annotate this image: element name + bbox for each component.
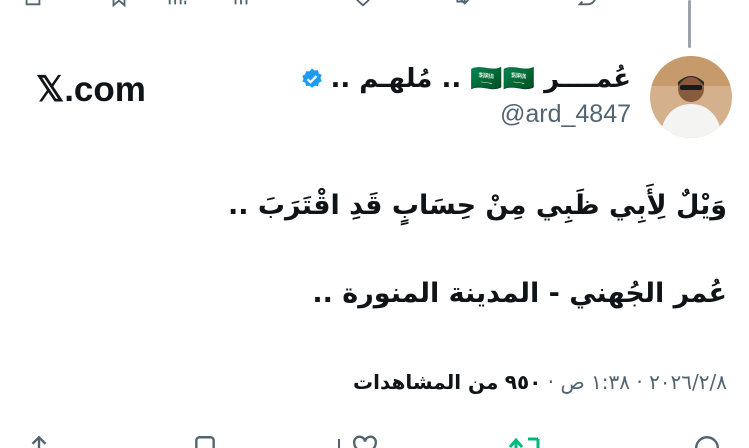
meta-separator: · [636, 370, 643, 394]
meta-separator: · [547, 370, 555, 394]
tweet-text-line: وَيْلٌ لِأَبِي ظَبِي مِنْ حِسَابٍ قَدِ ا… [227, 190, 727, 221]
author-display-name[interactable]: عُمــــر 🇸🇦🇸🇦 .. مُلهـم .. [330, 64, 631, 94]
reply-icon[interactable] [694, 434, 720, 448]
author-handle[interactable]: @ard_4847 [500, 100, 631, 129]
share-icon[interactable] [22, 0, 44, 8]
tweet-date[interactable]: ٢٠٢٦/٢/٨ [649, 370, 727, 394]
share-icon[interactable] [26, 434, 52, 448]
views-icon[interactable] [166, 0, 188, 8]
views-label[interactable]: من المشاهدات [353, 370, 498, 394]
like-count-mark [338, 439, 340, 448]
bottom-action-bar [0, 434, 749, 448]
bookmark-icon[interactable] [108, 0, 130, 8]
thread-connector-line [688, 0, 691, 48]
x-com-watermark: 𝕏.com [36, 70, 146, 109]
tweet-time[interactable]: ١:٣٨ ص [560, 370, 630, 394]
tweet-meta: ٢٠٢٦/٢/٨ · ١:٣٨ ص · ٩٥٠ من المشاهدات [353, 370, 727, 394]
avatar-photo [650, 56, 732, 138]
repost-icon[interactable] [506, 434, 544, 448]
top-action-bar [0, 0, 749, 12]
like-icon[interactable] [352, 434, 378, 448]
like-icon[interactable] [352, 0, 374, 8]
bookmark-icon[interactable] [192, 434, 218, 448]
author-name-row: عُمــــر 🇸🇦🇸🇦 .. مُلهـم .. [300, 64, 631, 94]
repost-icon[interactable] [450, 0, 472, 8]
tweet-text-line: عُمر الجُهني - المدينة المنورة .. [312, 278, 727, 309]
views-count: ٩٥٠ [504, 370, 542, 394]
avatar[interactable] [650, 56, 732, 138]
verified-badge-icon[interactable] [300, 67, 324, 91]
views-count-icon [234, 0, 248, 5]
reply-icon[interactable] [576, 0, 598, 8]
